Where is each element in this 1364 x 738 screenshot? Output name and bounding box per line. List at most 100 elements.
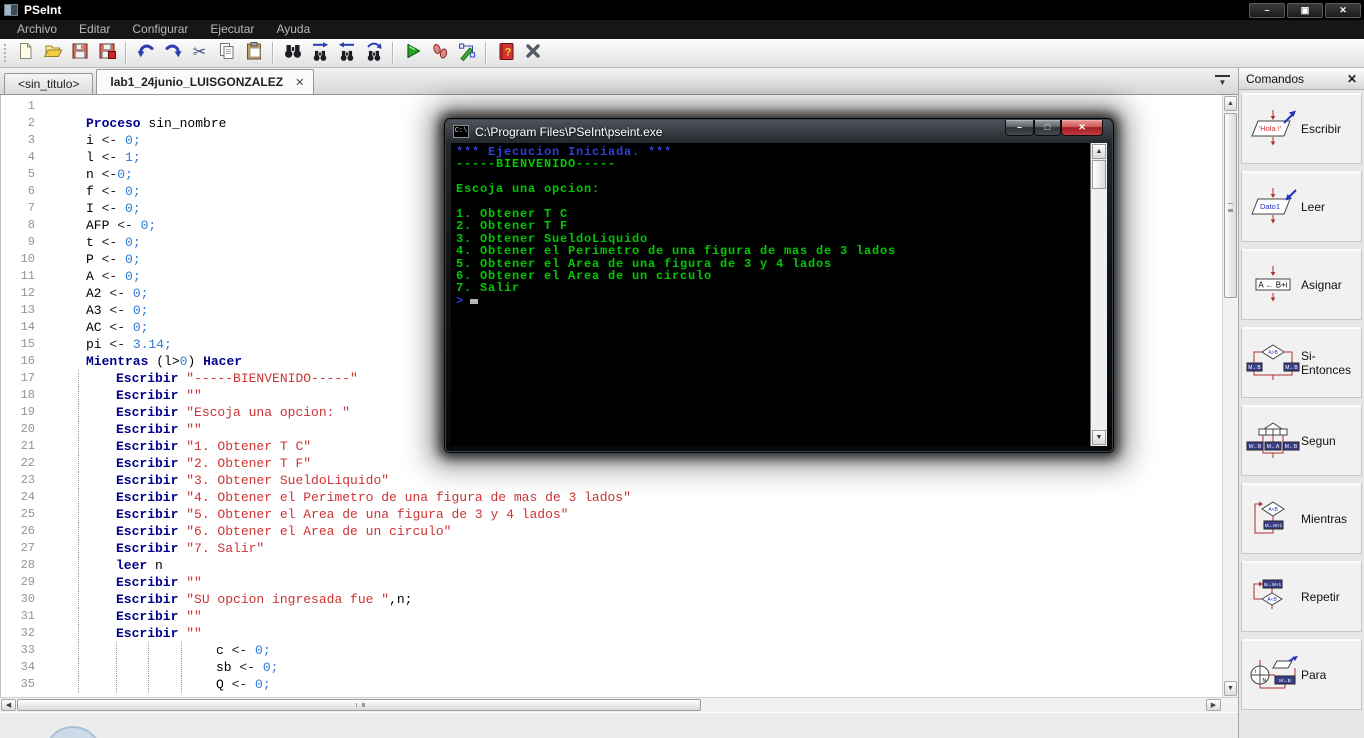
run-icon xyxy=(403,41,423,66)
command-repetir[interactable]: M←M+1 A<B Repetir xyxy=(1241,561,1362,632)
edit-flowchart-button[interactable] xyxy=(453,41,480,66)
menu-ejecutar[interactable]: Ejecutar xyxy=(199,20,265,39)
code-line-35[interactable]: 35 Q <- 0; xyxy=(1,676,1222,693)
code-line-28[interactable]: 28 leer n xyxy=(1,557,1222,574)
cut-icon: ✂ xyxy=(192,44,207,61)
code-line-29[interactable]: 29 Escribir "" xyxy=(1,574,1222,591)
command-si-entonces[interactable]: A>B M←B M←B Si-Entonces xyxy=(1241,327,1362,398)
cut-button[interactable]: ✂ xyxy=(186,41,213,66)
editor-vertical-scrollbar[interactable]: ▲ ▼ xyxy=(1222,95,1238,697)
command-label: Para xyxy=(1301,667,1327,682)
run-steps-icon xyxy=(430,41,450,66)
menu-configurar[interactable]: Configurar xyxy=(121,20,199,39)
command-leer[interactable]: Dato1 Leer xyxy=(1241,171,1362,242)
scroll-up-icon[interactable]: ▲ xyxy=(1092,144,1106,159)
editor-horizontal-scrollbar[interactable]: ◀ ▶ xyxy=(0,697,1238,712)
code-line-1[interactable]: 1 xyxy=(1,98,1222,115)
line-number: 7 xyxy=(27,201,35,215)
command-label: Mientras xyxy=(1301,511,1348,526)
console-maximize-button[interactable]: □ xyxy=(1034,120,1061,136)
tab-list-button[interactable]: ▼ xyxy=(1215,75,1230,88)
redo-icon xyxy=(163,41,183,66)
console-line-12: 7. Salir xyxy=(456,281,521,296)
minimize-button[interactable]: – xyxy=(1249,2,1285,18)
editor-vscroll-thumb[interactable] xyxy=(1224,113,1237,298)
line-number: 33 xyxy=(20,643,35,657)
find-button[interactable] xyxy=(279,41,306,66)
indent-guide xyxy=(148,659,149,676)
console-scrollbar[interactable]: ▲ ▼ xyxy=(1090,143,1107,446)
console-line-2: -----BIENVENIDO----- xyxy=(456,157,617,172)
toolbar: ✂? xyxy=(0,39,1364,68)
command-mientras[interactable]: A<B M←M+1 Mientras xyxy=(1241,483,1362,554)
toolbar-separator xyxy=(392,42,394,64)
console-window-controls: – □ ✕ xyxy=(1005,120,1103,136)
menu-editar[interactable]: Editar xyxy=(68,20,121,39)
run-steps-button[interactable] xyxy=(426,41,453,66)
run-button[interactable] xyxy=(399,41,426,66)
menu-archivo[interactable]: Archivo xyxy=(6,20,68,39)
si-entonces-flowchart-icon: A>B M←B M←B xyxy=(1245,344,1301,381)
code-line-24[interactable]: 24 Escribir "4. Obtener el Perimetro de u… xyxy=(1,489,1222,506)
scroll-up-icon[interactable]: ▲ xyxy=(1224,96,1237,111)
code-line-22[interactable]: 22 Escribir "2. Obtener T F" xyxy=(1,455,1222,472)
console-scroll-thumb[interactable] xyxy=(1092,160,1106,189)
command-asignar[interactable]: A ← B+i Asignar xyxy=(1241,249,1362,320)
indent-guide xyxy=(78,659,79,676)
redo-button[interactable] xyxy=(159,41,186,66)
code-line-34[interactable]: 34 sb <- 0; xyxy=(1,659,1222,676)
restore-button[interactable]: ▣ xyxy=(1287,2,1323,18)
scroll-left-icon[interactable]: ◀ xyxy=(1,699,16,711)
console-close-button[interactable]: ✕ xyxy=(1061,120,1103,136)
line-number: 35 xyxy=(20,677,35,691)
scroll-down-icon[interactable]: ▼ xyxy=(1224,681,1237,696)
tab-lab1-24junio-luisgonzalez[interactable]: lab1_24junio_LUISGONZALEZ ✕ xyxy=(96,69,315,94)
svg-text:N: N xyxy=(1263,678,1267,684)
scroll-down-icon[interactable]: ▼ xyxy=(1092,430,1106,445)
close-file-button[interactable] xyxy=(519,41,546,66)
line-number: 6 xyxy=(27,184,35,198)
code-line-25[interactable]: 25 Escribir "5. Obtener el Area de una fi… xyxy=(1,506,1222,523)
escribir-flowchart-icon: 'Hola !' xyxy=(1245,110,1301,147)
code-line-30[interactable]: 30 Escribir "SU opcion ingresada fue ",n; xyxy=(1,591,1222,608)
save-button[interactable] xyxy=(66,41,93,66)
commands-panel: Comandos ✕ 'Hola !' Escribir Dato1 Leer A ← … xyxy=(1238,68,1364,738)
line-number: 4 xyxy=(27,150,35,164)
code-line-31[interactable]: 31 Escribir "" xyxy=(1,608,1222,625)
toolbar-separator xyxy=(125,42,127,64)
close-icon[interactable]: ✕ xyxy=(295,76,304,89)
menu-ayuda[interactable]: Ayuda xyxy=(265,20,321,39)
editor-hscroll-thumb[interactable] xyxy=(17,699,701,711)
console-window[interactable]: C:\ C:\Program Files\PSeInt\pseint.exe –… xyxy=(445,119,1113,452)
indent-guide xyxy=(148,642,149,659)
find-next-button[interactable] xyxy=(306,41,333,66)
scroll-right-icon[interactable]: ▶ xyxy=(1206,699,1221,711)
help-button[interactable]: ? xyxy=(492,41,519,66)
replace-button[interactable] xyxy=(360,41,387,66)
close-button[interactable]: ✕ xyxy=(1325,2,1361,18)
find-prev-button[interactable] xyxy=(333,41,360,66)
line-number: 19 xyxy=(20,405,35,419)
code-line-27[interactable]: 27 Escribir "7. Salir" xyxy=(1,540,1222,557)
svg-text:M←B: M←B xyxy=(1248,365,1261,371)
code-text: I <- 0; xyxy=(86,201,141,216)
command-segun[interactable]: M←B M←A M←B Segun xyxy=(1241,405,1362,476)
save-as-button[interactable] xyxy=(93,41,120,66)
tab-sin-titulo[interactable]: <sin_titulo> xyxy=(4,73,94,94)
new-button[interactable] xyxy=(12,41,39,66)
paste-button[interactable] xyxy=(240,41,267,66)
command-escribir[interactable]: 'Hola !' Escribir xyxy=(1241,93,1362,164)
code-line-32[interactable]: 32 Escribir "" xyxy=(1,625,1222,642)
indent-guide xyxy=(78,574,79,591)
open-button[interactable] xyxy=(39,41,66,66)
code-line-26[interactable]: 26 Escribir "6. Obtener el Area de un cir… xyxy=(1,523,1222,540)
close-icon[interactable]: ✕ xyxy=(1347,72,1357,86)
code-text: Escribir "4. Obtener el Perimetro de una… xyxy=(116,490,631,505)
undo-button[interactable] xyxy=(132,41,159,66)
console-minimize-button[interactable]: – xyxy=(1005,120,1034,136)
svg-text:M←B: M←B xyxy=(1285,444,1298,450)
copy-button[interactable] xyxy=(213,41,240,66)
code-line-33[interactable]: 33 c <- 0; xyxy=(1,642,1222,659)
code-line-23[interactable]: 23 Escribir "3. Obtener SueldoLiquido" xyxy=(1,472,1222,489)
command-para[interactable]: i N M←B Para xyxy=(1241,639,1362,710)
